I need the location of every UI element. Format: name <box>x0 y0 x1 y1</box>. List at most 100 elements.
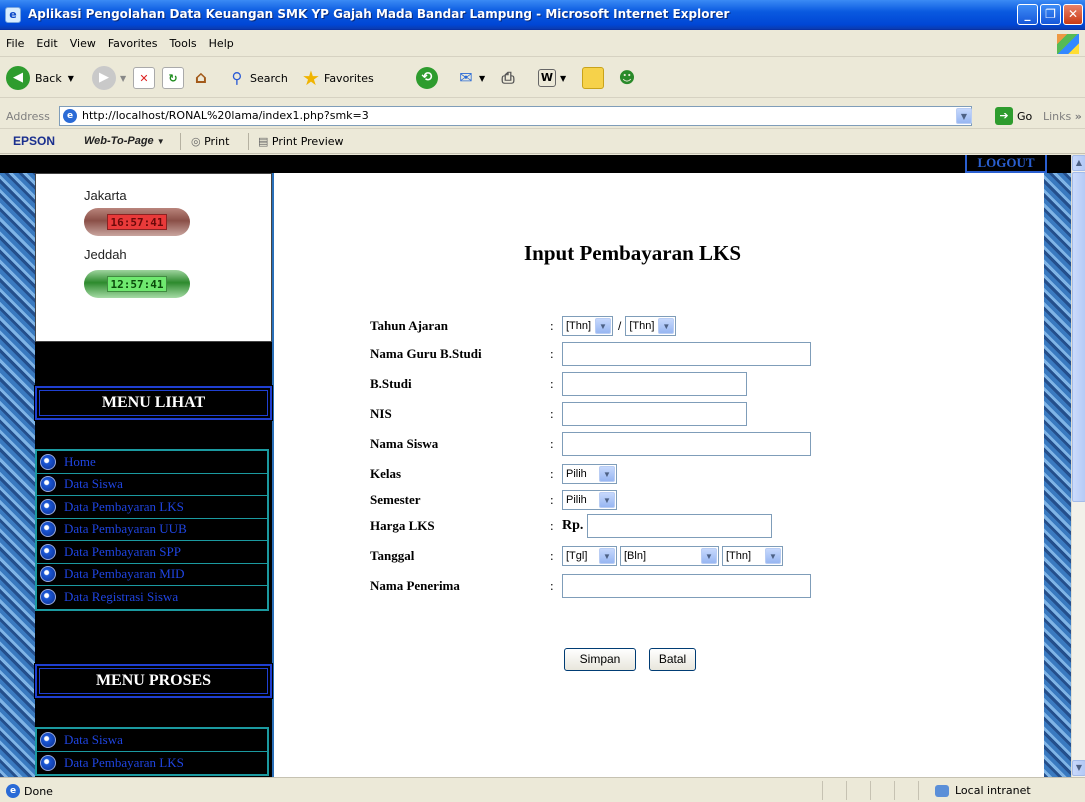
row-nama-guru: Nama Guru B.Studi : <box>370 342 811 366</box>
select-tahun-akhir[interactable]: [Thn] ▼ <box>625 316 677 336</box>
menu-tools[interactable]: Tools <box>164 30 203 57</box>
select-semester[interactable]: Pilih ▼ <box>562 490 617 510</box>
select-tahun[interactable]: [Thn] ▼ <box>722 546 783 566</box>
mail-button[interactable]: ✉ ▼ <box>455 64 485 92</box>
menu-file[interactable]: File <box>0 30 30 57</box>
label-tahun-ajaran: Tahun Ajaran <box>370 318 448 333</box>
chevron-down-icon: ▼ <box>156 137 165 146</box>
colon: : <box>550 548 554 563</box>
colon: : <box>550 318 554 333</box>
input-nama-guru[interactable] <box>562 342 811 366</box>
history-button[interactable]: ⟲ <box>416 64 438 92</box>
clock-time-jeddah: 12:57:41 <box>107 276 167 292</box>
main-content: Input Pembayaran LKS Tahun Ajaran : [Thn… <box>274 173 1044 777</box>
home-button[interactable]: ⌂ <box>190 64 212 92</box>
menu-proses-list: Data Siswa Data Pembayaran LKS <box>35 727 269 776</box>
simpan-button[interactable]: Simpan <box>564 648 636 671</box>
select-value: Pilih <box>566 468 587 480</box>
search-button[interactable]: ⚲ Search <box>226 64 288 92</box>
back-button[interactable]: ◀ Back ▼ <box>6 64 74 92</box>
back-label: Back <box>35 71 62 85</box>
web-to-page-button[interactable]: Web-To-Page ▼ <box>84 135 165 147</box>
standard-toolbar: ◀ Back ▼ ▶ ▼ ✕ ↻ ⌂ ⚲ Search ★ Favorites … <box>0 58 1085 98</box>
discuss-button[interactable] <box>582 64 604 92</box>
epson-print-label: Print <box>204 135 230 148</box>
select-value: Pilih <box>566 494 587 506</box>
favorites-button[interactable]: ★ Favorites <box>300 64 374 92</box>
right-decor <box>1044 155 1071 777</box>
label-bstudi: B.Studi <box>370 376 412 391</box>
star-icon: ★ <box>302 66 320 90</box>
select-tahun-awal[interactable]: [Thn] ▼ <box>562 316 613 336</box>
status-separator <box>870 781 871 800</box>
menu-help[interactable]: Help <box>203 30 240 57</box>
input-nis[interactable] <box>562 402 747 426</box>
minimize-button[interactable]: _ <box>1017 4 1038 25</box>
world-clock-panel: Jakarta 16:57:41 Jeddah 12:57:41 <box>35 173 272 342</box>
ie-icon: e <box>5 7 21 23</box>
clock-time-jakarta: 16:57:41 <box>107 214 167 230</box>
refresh-button[interactable]: ↻ <box>162 64 184 92</box>
vertical-scrollbar[interactable]: ▲ ▼ <box>1071 155 1085 777</box>
select-kelas[interactable]: Pilih ▼ <box>562 464 617 484</box>
maximize-button[interactable]: ❐ <box>1040 4 1061 25</box>
edit-button[interactable]: W ▼ <box>538 64 566 92</box>
go-arrow-icon: ➔ <box>995 107 1013 125</box>
forward-button[interactable]: ▶ ▼ <box>92 64 126 92</box>
print-preview-button[interactable]: ▤ Print Preview <box>258 135 344 148</box>
bullet-icon <box>40 731 56 748</box>
toolbar-separator <box>180 133 181 150</box>
input-bstudi[interactable] <box>562 372 747 396</box>
menu-lihat-label: Data Pembayaran MID <box>64 566 185 582</box>
address-input[interactable]: e http://localhost/RONAL%20lama/index1.p… <box>59 106 972 126</box>
links-button[interactable]: Links » <box>1043 110 1082 123</box>
input-nama-siswa[interactable] <box>562 432 811 456</box>
menu-proses-item[interactable]: Data Pembayaran LKS <box>37 752 267 775</box>
menu-proses-item[interactable]: Data Siswa <box>37 729 267 752</box>
menu-lihat-heading: MENU LIHAT <box>34 385 273 421</box>
menu-lihat-item[interactable]: Data Siswa <box>37 474 267 496</box>
clock-jeddah: 12:57:41 <box>84 270 190 298</box>
menu-lihat-item[interactable]: Data Registrasi Siswa <box>37 586 267 609</box>
scroll-thumb[interactable] <box>1072 172 1085 502</box>
menu-proses-label: Data Pembayaran LKS <box>64 754 184 770</box>
scroll-down-icon[interactable]: ▼ <box>1072 760 1085 776</box>
select-tanggal[interactable]: [Tgl] ▼ <box>562 546 617 566</box>
colon: : <box>550 518 554 533</box>
epson-print-button[interactable]: ◎ Print <box>191 135 229 148</box>
page-viewport: LOGOUT Jakarta 16:57:41 Jeddah 12:57:41 … <box>0 155 1071 777</box>
menu-favorites[interactable]: Favorites <box>102 30 164 57</box>
chevron-down-icon: ▼ <box>560 73 567 83</box>
chevron-down-icon: ▼ <box>701 548 717 564</box>
home-icon: ⌂ <box>194 68 208 88</box>
batal-button[interactable]: Batal <box>649 648 696 671</box>
menu-edit[interactable]: Edit <box>30 30 63 57</box>
menu-lihat-item[interactable]: Data Pembayaran UUB <box>37 519 267 541</box>
close-button[interactable]: ✕ <box>1063 4 1083 25</box>
label-harga-lks: Harga LKS <box>370 518 435 533</box>
address-url: http://localhost/RONAL%20lama/index1.php… <box>82 109 369 122</box>
label-kelas: Kelas <box>370 466 402 481</box>
input-nama-penerima[interactable] <box>562 574 811 598</box>
select-bulan[interactable]: [Bln] ▼ <box>620 546 719 566</box>
scroll-up-icon[interactable]: ▲ <box>1072 155 1085 171</box>
bullet-icon <box>40 476 56 493</box>
print-toolbar-button[interactable]: ⎙ <box>497 64 519 92</box>
stop-button[interactable]: ✕ <box>133 64 155 92</box>
go-button[interactable]: ➔ Go <box>995 107 1032 125</box>
messenger-button[interactable]: ☻ <box>616 64 638 92</box>
menu-lihat-item[interactable]: Home <box>37 451 267 474</box>
menu-lihat-item[interactable]: Data Pembayaran SPP <box>37 541 267 564</box>
menu-lihat-item[interactable]: Data Pembayaran LKS <box>37 496 267 519</box>
menu-view[interactable]: View <box>64 30 102 57</box>
logout-link[interactable]: LOGOUT <box>965 155 1047 173</box>
select-value: [Thn] <box>566 320 592 332</box>
row-harga-lks: Harga LKS : Rp. <box>370 514 773 538</box>
refresh-icon: ↻ <box>162 67 184 89</box>
select-value: [Tgl] <box>566 550 588 562</box>
header-bar: LOGOUT <box>0 155 1071 173</box>
links-label: Links <box>1043 110 1072 123</box>
input-harga-lks[interactable] <box>587 514 773 538</box>
address-dropdown-icon[interactable]: ▼ <box>956 108 972 124</box>
menu-lihat-item[interactable]: Data Pembayaran MID <box>37 564 267 586</box>
